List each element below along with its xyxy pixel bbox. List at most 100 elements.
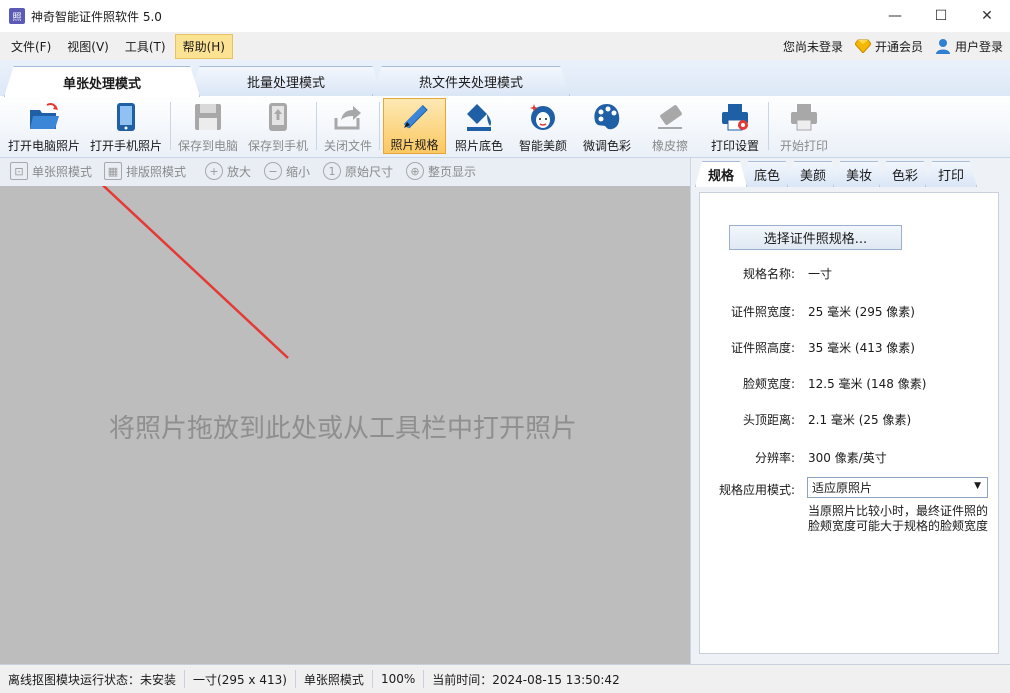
ruler-pencil-icon <box>399 102 431 132</box>
menu-file[interactable]: 文件(F) <box>4 35 58 58</box>
tab-color[interactable]: 色彩 <box>879 161 931 187</box>
tab-beauty[interactable]: 美颜 <box>787 161 839 187</box>
close-file-icon <box>332 101 364 133</box>
tab-single-mode[interactable]: 单张处理模式 <box>4 66 200 97</box>
status-bar: 离线抠图模块运行状态：未安装 一寸(295 x 413) 单张照模式 100% … <box>0 664 1010 693</box>
photo-drop-area[interactable]: 将照片拖放到此处或从工具栏中打开照片 <box>0 186 690 664</box>
fit-page-button[interactable]: ⊕ 整页显示 <box>406 162 476 180</box>
close-file-button[interactable]: 关闭文件 <box>320 98 376 154</box>
menu-bar: 文件(F) 视图(V) 工具(T) 帮助(H) 您尚未登录 开通会员 用户登录 <box>0 32 1010 60</box>
user-icon <box>935 39 950 54</box>
select-spec-button[interactable]: 选择证件照规格... <box>729 225 902 250</box>
single-photo-mode-button[interactable]: ⊡ 单张照模式 <box>10 162 92 180</box>
sub-label: 单张照模式 <box>32 164 93 179</box>
fine-tune-color-button[interactable]: 微调色彩 <box>578 98 636 154</box>
tab-print[interactable]: 打印 <box>925 161 977 187</box>
status-module-state: 离线抠图模块运行状态：未安装 <box>0 670 186 688</box>
spec-row-width: 证件照宽度: 25 毫米 (295 像素) <box>700 301 1000 321</box>
zoom-out-button[interactable]: − 缩小 <box>264 162 310 180</box>
save-to-phone-button[interactable]: 保存到手机 <box>244 98 312 154</box>
spec-label: 分辨率: <box>754 451 795 465</box>
vip-label: 开通会员 <box>874 39 923 54</box>
vip-button[interactable]: 开通会员 <box>854 38 923 55</box>
menu-help[interactable]: 帮助(H) <box>174 33 233 59</box>
fit-page-icon: ⊕ <box>406 162 424 180</box>
tool-label: 关闭文件 <box>323 139 372 153</box>
toolbar-separator <box>316 102 317 150</box>
mode-tab-bar: 单张处理模式 批量处理模式 热文件夹处理模式 <box>0 60 1010 97</box>
spec-value: 2.1 毫米 (25 像素) <box>808 413 912 427</box>
status-zoom: 100% <box>373 670 425 688</box>
spec-value: 12.5 毫米 (148 像素) <box>808 377 927 391</box>
tool-label: 打开手机照片 <box>89 139 162 153</box>
save-icon <box>192 101 224 133</box>
tab-batch-mode[interactable]: 批量处理模式 <box>190 66 382 96</box>
tool-label: 智能美颜 <box>518 139 567 153</box>
sub-label: 放大 <box>227 164 252 179</box>
print-settings-button[interactable]: 打印设置 <box>706 98 764 154</box>
photo-spec-button[interactable]: 照片规格 <box>383 98 446 154</box>
grid-icon: ▦ <box>104 162 122 180</box>
mode-label: 规格应用模式: <box>718 483 795 497</box>
printer-settings-icon <box>719 101 751 133</box>
annotation-arrow <box>101 186 289 359</box>
close-button[interactable]: ✕ <box>964 0 1010 32</box>
maximize-button[interactable]: ☐ <box>918 0 964 32</box>
tab-bg-color[interactable]: 底色 <box>741 161 793 187</box>
save-to-pc-button[interactable]: 保存到电脑 <box>174 98 242 154</box>
layout-photo-mode-button[interactable]: ▦ 排版照模式 <box>104 162 186 180</box>
toolbar-separator <box>170 102 171 150</box>
tool-label: 开始打印 <box>779 139 828 153</box>
spec-row-name: 规格名称: 一寸 <box>700 263 1000 283</box>
spec-value: 35 毫米 (413 像素) <box>808 341 915 355</box>
spec-row-resolution: 分辨率: 300 像素/英寸 <box>700 447 1000 467</box>
spec-mode-select[interactable]: 适应原照片 ▼ <box>807 477 988 498</box>
zoom-in-button[interactable]: + 放大 <box>205 162 251 180</box>
start-print-button[interactable]: 开始打印 <box>774 98 834 154</box>
window-title: 神奇智能证件照软件 5.0 <box>31 9 162 24</box>
portrait-icon: ⊡ <box>10 162 28 180</box>
eraser-button[interactable]: 橡皮擦 <box>642 98 698 154</box>
printer-icon <box>788 101 820 133</box>
tool-label: 照片规格 <box>390 138 439 152</box>
status-size: 一寸(295 x 413) <box>185 670 296 688</box>
toolbar-separator <box>768 102 769 150</box>
spec-label: 证件照高度: <box>730 341 795 355</box>
user-login-label: 用户登录 <box>954 39 1003 54</box>
title-bar: 照 神奇智能证件照软件 5.0 — ☐ ✕ <box>0 0 1010 32</box>
menu-tools[interactable]: 工具(T) <box>118 35 173 58</box>
spec-label: 证件照宽度: <box>730 305 795 319</box>
toolbar-separator <box>379 102 380 150</box>
spec-label: 规格名称: <box>742 267 795 281</box>
zoom-in-icon: + <box>205 162 223 180</box>
user-login-button[interactable]: 用户登录 <box>935 38 1003 55</box>
open-pc-photo-button[interactable]: 打开电脑照片 <box>4 98 84 154</box>
paint-bucket-icon <box>463 101 495 133</box>
tab-spec[interactable]: 规格 <box>695 161 747 187</box>
spec-value: 一寸 <box>808 267 833 281</box>
minimize-button[interactable]: — <box>872 0 918 32</box>
tool-label: 保存到电脑 <box>177 139 238 153</box>
open-phone-photo-button[interactable]: 打开手机照片 <box>86 98 166 154</box>
sub-label: 整页显示 <box>428 164 477 179</box>
status-mode: 单张照模式 <box>296 670 373 688</box>
spec-value: 300 像素/英寸 <box>808 451 887 465</box>
mode-select-value: 适应原照片 <box>812 481 873 495</box>
status-time: 当前时间：2024-08-15 13:50:42 <box>432 672 620 687</box>
zoom-out-icon: − <box>264 162 282 180</box>
sub-label: 排版照模式 <box>126 164 187 179</box>
photo-bg-color-button[interactable]: 照片底色 <box>450 98 508 154</box>
spec-row-height: 证件照高度: 35 毫米 (413 像素) <box>700 337 1000 357</box>
original-size-button[interactable]: 1 原始尺寸 <box>323 162 393 180</box>
spec-label: 头顶距离: <box>742 413 795 427</box>
tab-makeup[interactable]: 美妆 <box>833 161 885 187</box>
menu-view[interactable]: 视图(V) <box>60 35 116 58</box>
tool-label: 保存到手机 <box>247 139 308 153</box>
folder-open-icon <box>28 101 60 133</box>
smart-beauty-button[interactable]: 智能美颜 <box>512 98 574 154</box>
spec-panel: 规格 底色 美颜 美妆 色彩 打印 选择证件照规格... 规格名称: 一寸 证件… <box>690 158 1010 664</box>
tab-hot-folder-mode[interactable]: 热文件夹处理模式 <box>372 66 570 96</box>
chevron-down-icon: ▼ <box>974 481 981 491</box>
sub-label: 原始尺寸 <box>345 164 394 179</box>
diamond-icon <box>854 39 871 53</box>
